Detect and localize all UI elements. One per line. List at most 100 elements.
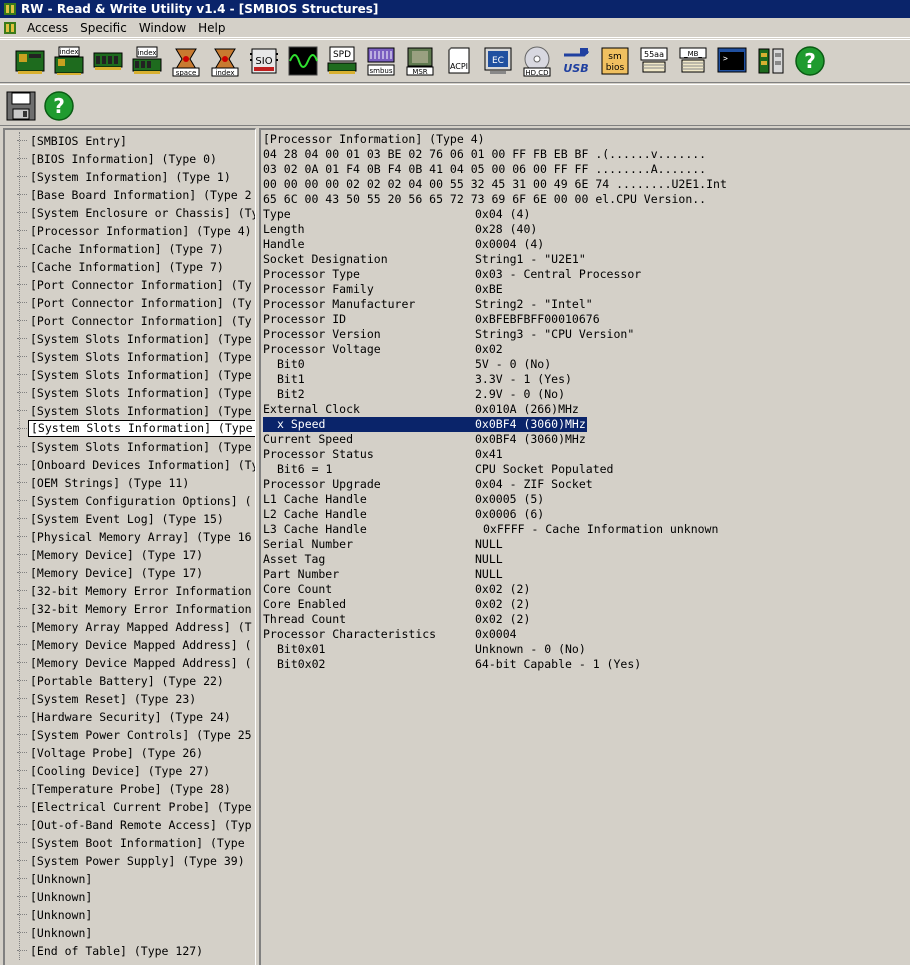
tree-item[interactable]: [Memory Device] (Type 17)	[5, 564, 255, 582]
tree-item[interactable]: [Base Board Information] (Type 2	[5, 186, 255, 204]
field-row[interactable]: Processor Version String3 - "CPU Version"	[261, 327, 901, 342]
field-row[interactable]: Processor Type 0x03 - Central Processor	[261, 267, 901, 282]
field-row[interactable]: Part Number NULL	[261, 567, 901, 582]
tree-item[interactable]: [BIOS Information] (Type 0)	[5, 150, 255, 168]
field-row[interactable]: L2 Cache Handle 0x0006 (6)	[261, 507, 901, 522]
field-row[interactable]: Processor Family 0xBE	[261, 282, 901, 297]
tree-item[interactable]: [32-bit Memory Error Information	[5, 600, 255, 618]
tree-item[interactable]: [System Slots Information] (Type	[5, 330, 255, 348]
field-row[interactable]: Bit0x01 Unknown - 0 (No)	[261, 642, 901, 657]
field-row[interactable]: Processor Upgrade 0x04 - ZIF Socket	[261, 477, 901, 492]
tree-item[interactable]: [Unknown]	[5, 906, 255, 924]
field-row[interactable]: Processor Characteristics 0x0004	[261, 627, 901, 642]
tree-item[interactable]: [Temperature Probe] (Type 28)	[5, 780, 255, 798]
tree-item[interactable]: [System Information] (Type 1)	[5, 168, 255, 186]
io-index-button[interactable]: index	[207, 43, 243, 79]
tree-item[interactable]: [Cache Information] (Type 7)	[5, 258, 255, 276]
oscilloscope-button[interactable]	[285, 43, 321, 79]
field-row[interactable]: Thread Count 0x02 (2)	[261, 612, 901, 627]
sio-button[interactable]: SIO	[246, 43, 282, 79]
tree-item[interactable]: [Memory Device Mapped Address] (	[5, 654, 255, 672]
mb-button[interactable]: _MB_	[675, 43, 711, 79]
structure-detail[interactable]: [Processor Information] (Type 4) 04 28 04…	[259, 128, 910, 965]
hdd-cd-button[interactable]: HD,CD	[519, 43, 555, 79]
usb-button[interactable]: USB	[558, 43, 594, 79]
structure-tree[interactable]: [SMBIOS Entry] [BIOS Information] (Type 0…	[3, 128, 256, 965]
field-row[interactable]: Processor ID 0xBFEBFBFF00010676	[261, 312, 901, 327]
tree-item[interactable]: [System Boot Information] (Type	[5, 834, 255, 852]
cpu-grid-button[interactable]	[753, 43, 789, 79]
memory-index-button[interactable]: index	[129, 43, 165, 79]
tree-item[interactable]: [System Power Supply] (Type 39)	[5, 852, 255, 870]
tree-item[interactable]: [System Slots Information] (Type 9)	[5, 420, 255, 438]
menu-window[interactable]: Window	[135, 21, 194, 35]
tree-item[interactable]: [32-bit Memory Error Information	[5, 582, 255, 600]
rom-55aa-button[interactable]: 55aa	[636, 43, 672, 79]
field-row[interactable]: External Clock 0x010A (266)MHz	[261, 402, 901, 417]
pci-index-button[interactable]: index	[51, 43, 87, 79]
tree-item[interactable]: [SMBIOS Entry]	[5, 132, 255, 150]
tree-item[interactable]: [Memory Device] (Type 17)	[5, 546, 255, 564]
tree-item[interactable]: [System Power Controls] (Type 25	[5, 726, 255, 744]
field-row[interactable]: Handle 0x0004 (4)	[261, 237, 901, 252]
tree-item[interactable]: [Port Connector Information] (Ty	[5, 294, 255, 312]
child-window-icon[interactable]	[3, 21, 17, 35]
tree-item[interactable]: [System Slots Information] (Type	[5, 438, 255, 456]
field-row[interactable]: Bit0x02 64-bit Capable - 1 (Yes)	[261, 657, 901, 672]
field-row[interactable]: Processor Status 0x41	[261, 447, 901, 462]
tree-item[interactable]: [System Slots Information] (Type	[5, 348, 255, 366]
tree-item[interactable]: [Cache Information] (Type 7)	[5, 240, 255, 258]
tree-item[interactable]: [Electrical Current Probe] (Type	[5, 798, 255, 816]
field-row[interactable]: Serial Number NULL	[261, 537, 901, 552]
menu-access[interactable]: Access	[23, 21, 76, 35]
field-row[interactable]: Bit2 2.9V - 0 (No)	[261, 387, 901, 402]
spd-button[interactable]: SPD	[324, 43, 360, 79]
tree-item[interactable]: [Voltage Probe] (Type 26)	[5, 744, 255, 762]
field-row[interactable]: Asset Tag NULL	[261, 552, 901, 567]
tree-item[interactable]: [Out-of-Band Remote Access] (Typ	[5, 816, 255, 834]
tree-item[interactable]: [Unknown]	[5, 924, 255, 942]
smbios-button[interactable]: sm bios	[597, 43, 633, 79]
help-button[interactable]: ?	[792, 43, 828, 79]
menu-help[interactable]: Help	[194, 21, 233, 35]
tree-item[interactable]: [Memory Device Mapped Address] (	[5, 636, 255, 654]
field-row[interactable]: Length 0x28 (40)	[261, 222, 901, 237]
app-icon[interactable]	[3, 2, 17, 16]
smbus-button[interactable]: smbus	[363, 43, 399, 79]
field-row[interactable]: Bit0 5V - 0 (No)	[261, 357, 901, 372]
tree-item[interactable]: [System Event Log] (Type 15)	[5, 510, 255, 528]
help-button-secondary[interactable]: ?	[41, 88, 77, 124]
menu-specific[interactable]: Specific	[76, 21, 135, 35]
tree-item[interactable]: [Unknown]	[5, 888, 255, 906]
tree-item[interactable]: [Memory Array Mapped Address] (T	[5, 618, 255, 636]
title-bar[interactable]: RW - Read & Write Utility v1.4 - [SMBIOS…	[0, 0, 910, 18]
tree-item[interactable]: [System Configuration Options] (	[5, 492, 255, 510]
field-row[interactable]: Processor Voltage 0x02	[261, 342, 901, 357]
tree-item[interactable]: [Onboard Devices Information] (Ty	[5, 456, 255, 474]
tree-item[interactable]: [System Enclosure or Chassis] (Ty	[5, 204, 255, 222]
ec-button[interactable]: EC	[480, 43, 516, 79]
tree-item[interactable]: [Hardware Security] (Type 24)	[5, 708, 255, 726]
tree-item[interactable]: [Portable Battery] (Type 22)	[5, 672, 255, 690]
pci-button[interactable]	[12, 43, 48, 79]
tree-item[interactable]: [System Slots Information] (Type	[5, 384, 255, 402]
command-prompt-button[interactable]: >	[714, 43, 750, 79]
tree-item[interactable]: [Physical Memory Array] (Type 16	[5, 528, 255, 546]
field-row[interactable]: Processor Manufacturer String2 - "Intel"	[261, 297, 901, 312]
field-row[interactable]: Current Speed 0x0BF4 (3060)MHz	[261, 432, 901, 447]
tree-item[interactable]: [Port Connector Information] (Ty	[5, 312, 255, 330]
io-space-button[interactable]: space	[168, 43, 204, 79]
tree-item[interactable]: [System Reset] (Type 23)	[5, 690, 255, 708]
memory-button[interactable]	[90, 43, 126, 79]
field-row[interactable]: Bit1 3.3V - 1 (Yes)	[261, 372, 901, 387]
tree-item[interactable]: [Cooling Device] (Type 27)	[5, 762, 255, 780]
tree-item[interactable]: [Port Connector Information] (Ty	[5, 276, 255, 294]
tree-item[interactable]: [System Slots Information] (Type	[5, 366, 255, 384]
tree-item[interactable]: [Processor Information] (Type 4)	[5, 222, 255, 240]
field-row[interactable]: L3 Cache Handle 0xFFFF - Cache Informatio…	[261, 522, 901, 537]
field-row[interactable]: L1 Cache Handle 0x0005 (5)	[261, 492, 901, 507]
acpi-button[interactable]: ACPI	[441, 43, 477, 79]
field-row[interactable]: Type 0x04 (4)	[261, 207, 901, 222]
field-row[interactable]: Core Enabled 0x02 (2)	[261, 597, 901, 612]
field-row[interactable]: x Speed 0x0BF4 (3060)MHz	[261, 417, 901, 432]
